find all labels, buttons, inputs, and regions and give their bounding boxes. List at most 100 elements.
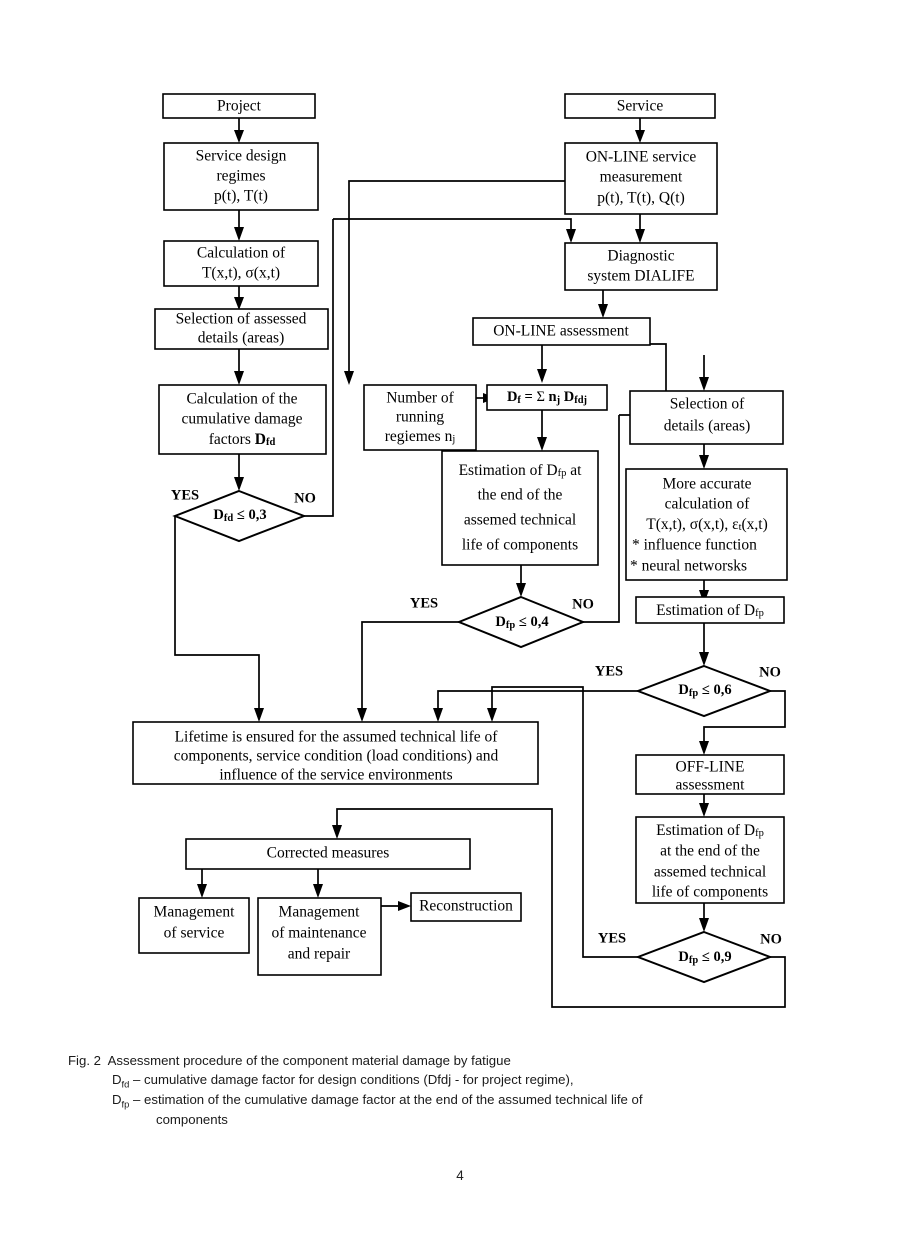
node-service-label: Service <box>617 98 664 115</box>
estimation-dfp-end-line3: assemed technical <box>464 512 576 529</box>
decision-dfp-04-yes-label: YES <box>410 595 438 611</box>
mgmt-maint-line2: of maintenance <box>271 925 366 942</box>
node-project-label: Project <box>217 98 262 115</box>
mgmt-maint-line1: Management <box>279 904 361 921</box>
estimation-dfp-end-line4: life of components <box>462 537 578 554</box>
offline-line2: assessment <box>676 777 746 794</box>
caption-legend-1-text: – cumulative damage factor for design co… <box>133 1071 574 1087</box>
node-selection-details-areas[interactable]: Selection of details (areas) <box>629 390 784 445</box>
connector-selection-to-cumulative <box>234 348 244 385</box>
connector-design-to-calculation <box>234 209 244 241</box>
decision-dfp-09[interactable]: Dfp ≤ 0,9 <box>635 930 773 984</box>
caption-legend-2-cont: components <box>156 1111 228 1127</box>
decision-dfp-09-label: Dfp ≤ 0,9 <box>678 949 731 966</box>
decision-dfp-06-no-label: NO <box>759 664 781 680</box>
lifetime-line3: influence of the service environments <box>219 767 452 784</box>
node-service[interactable]: Service <box>564 93 716 119</box>
node-project[interactable]: Project <box>162 93 316 119</box>
node-estimation-dfp[interactable]: Estimation of Dfp <box>635 596 785 624</box>
connector-left-branch-to-diagnostic <box>333 218 576 243</box>
connector-yes-dfp06-to-lifetime <box>433 690 638 722</box>
diagnostic-line2: system DIALIFE <box>587 268 694 285</box>
selection-assessed-line1: Selection of assessed <box>176 311 307 328</box>
connector-yes-dfd03-to-lifetime <box>174 516 264 722</box>
online-measurement-line3: p(t), T(t), Q(t) <box>597 190 685 207</box>
node-reconstruction[interactable]: Reconstruction <box>410 892 522 922</box>
service-design-line2: regimes <box>216 168 265 185</box>
connector-assessment-to-df <box>537 344 547 383</box>
more-accurate-line2: calculation of <box>665 496 751 513</box>
caption-legend-2-sub: fp <box>121 1098 130 1110</box>
node-management-of-service[interactable]: Management of service <box>138 897 250 954</box>
decision-dfd-03-no-label: NO <box>294 490 316 506</box>
running-line1: Number of <box>386 390 454 407</box>
node-service-design-regimes[interactable]: Service design regimes p(t), T(t) <box>163 142 319 211</box>
decision-dfp-09-no-label: NO <box>760 931 782 947</box>
connector-cumulative-to-decision1 <box>234 453 244 491</box>
decision-dfp-04-label: Dfp ≤ 0,4 <box>495 614 548 631</box>
estimation-dfp-off-line1: Estimation of Dfp <box>656 822 764 840</box>
node-more-accurate-calculation[interactable]: More accurate calculation of T(x,t), σ(x… <box>625 468 788 581</box>
service-design-line1: Service design <box>196 148 287 165</box>
connector-selection-to-more-accurate <box>699 444 709 469</box>
connector-calculation-to-selection <box>234 285 244 310</box>
more-accurate-line1: More accurate <box>662 476 751 493</box>
node-corrected-measures[interactable]: Corrected measures <box>185 838 471 870</box>
more-accurate-line5: * neural networsks <box>630 558 747 575</box>
connector-offline-to-estimation <box>699 793 709 817</box>
estimation-dfp-off-line4: life of components <box>652 884 768 901</box>
running-line3: regiemes nj <box>385 428 456 446</box>
estimation-dfp-off-line3: assemed technical <box>654 864 766 881</box>
offline-line1: OFF-LINE <box>676 759 745 776</box>
caption-prefix: Fig. 2 <box>68 1053 101 1068</box>
caption-legend-1: Dfd – cumulative damage factor for desig… <box>112 1071 574 1090</box>
estimation-dfp-label: Estimation of Dfp <box>656 602 764 620</box>
decision-dfp-04-no-label: NO <box>572 596 594 612</box>
diagnostic-line1: Diagnostic <box>607 248 674 265</box>
node-offline-assessment[interactable]: OFF-LINE assessment <box>635 754 785 795</box>
node-calculation[interactable]: Calculation of T(x,t), σ(x,t) <box>163 240 319 287</box>
estimation-dfp-end-line2: the end of the <box>478 487 563 504</box>
calculation-line1: Calculation of <box>197 245 286 262</box>
connector-service-to-measurement <box>635 117 645 143</box>
selection-details-line2: details (areas) <box>664 418 751 435</box>
connector-measurement-to-running-regimes <box>344 180 565 385</box>
connector-estimation-to-decision04 <box>516 565 526 597</box>
mgmt-service-line2: of service <box>164 925 225 942</box>
connector-corrected-to-mgmt-maint <box>313 869 323 898</box>
decision-dfp-06-label: Dfp ≤ 0,6 <box>678 682 731 699</box>
node-online-assessment[interactable]: ON-LINE assessment <box>472 317 651 346</box>
online-measurement-line2: measurement <box>600 169 683 186</box>
node-df-sum[interactable]: Df = Σ nj Dfdj <box>486 384 608 411</box>
decision-dfd-03-yes-label: YES <box>171 487 199 503</box>
node-number-running-regimes[interactable]: Number of running regiemes nj <box>363 384 477 451</box>
selection-details-line1: Selection of <box>670 396 745 413</box>
node-lifetime-ensured[interactable]: Lifetime is ensured for the assumed tech… <box>132 721 539 785</box>
cumulative-line3: factors Dfd <box>209 431 276 449</box>
decision-dfp-06[interactable]: Dfp ≤ 0,6 <box>635 664 773 718</box>
connector-project-to-design <box>234 117 244 143</box>
mgmt-service-line1: Management <box>154 904 236 921</box>
caption-legend-2: Dfp – estimation of the cumulative damag… <box>112 1091 643 1110</box>
node-estimation-dfp-offline-end[interactable]: Estimation of Dfp at the end of the asse… <box>635 816 785 904</box>
node-selection-assessed-details[interactable]: Selection of assessed details (areas) <box>154 308 329 350</box>
connector-measurement-to-diagnostic <box>635 213 645 243</box>
node-cumulative-damage-factors[interactable]: Calculation of the cumulative damage fac… <box>158 384 327 455</box>
figure-caption: Fig. 2 Assessment procedure of the compo… <box>68 1052 888 1129</box>
cumulative-line1: Calculation of the <box>186 391 297 408</box>
node-estimation-dfp-end[interactable]: Estimation of Dfp at the end of the asse… <box>441 450 599 566</box>
node-diagnostic-system[interactable]: Diagnostic system DIALIFE <box>564 242 718 291</box>
decision-dfp-09-yes-label: YES <box>598 930 626 946</box>
lifetime-line2: components, service condition (load cond… <box>174 748 499 765</box>
running-line2: running <box>396 409 444 426</box>
node-online-service-measurement[interactable]: ON-LINE service measurement p(t), T(t), … <box>564 142 718 215</box>
caption-legend-1-sub: fd <box>121 1078 130 1090</box>
more-accurate-line4: * influence function <box>632 537 757 554</box>
decision-dfp-04[interactable]: Dfp ≤ 0,4 <box>456 595 586 649</box>
mgmt-maint-line3: and repair <box>288 946 351 963</box>
reconstruction-label: Reconstruction <box>419 898 513 915</box>
node-management-of-maintenance[interactable]: Management of maintenance and repair <box>257 897 382 976</box>
more-accurate-line3: T(x,t), σ(x,t), εt(x,t) <box>646 516 768 534</box>
connector-df-to-estimation <box>537 409 547 451</box>
service-design-line3: p(t), T(t) <box>214 188 268 205</box>
